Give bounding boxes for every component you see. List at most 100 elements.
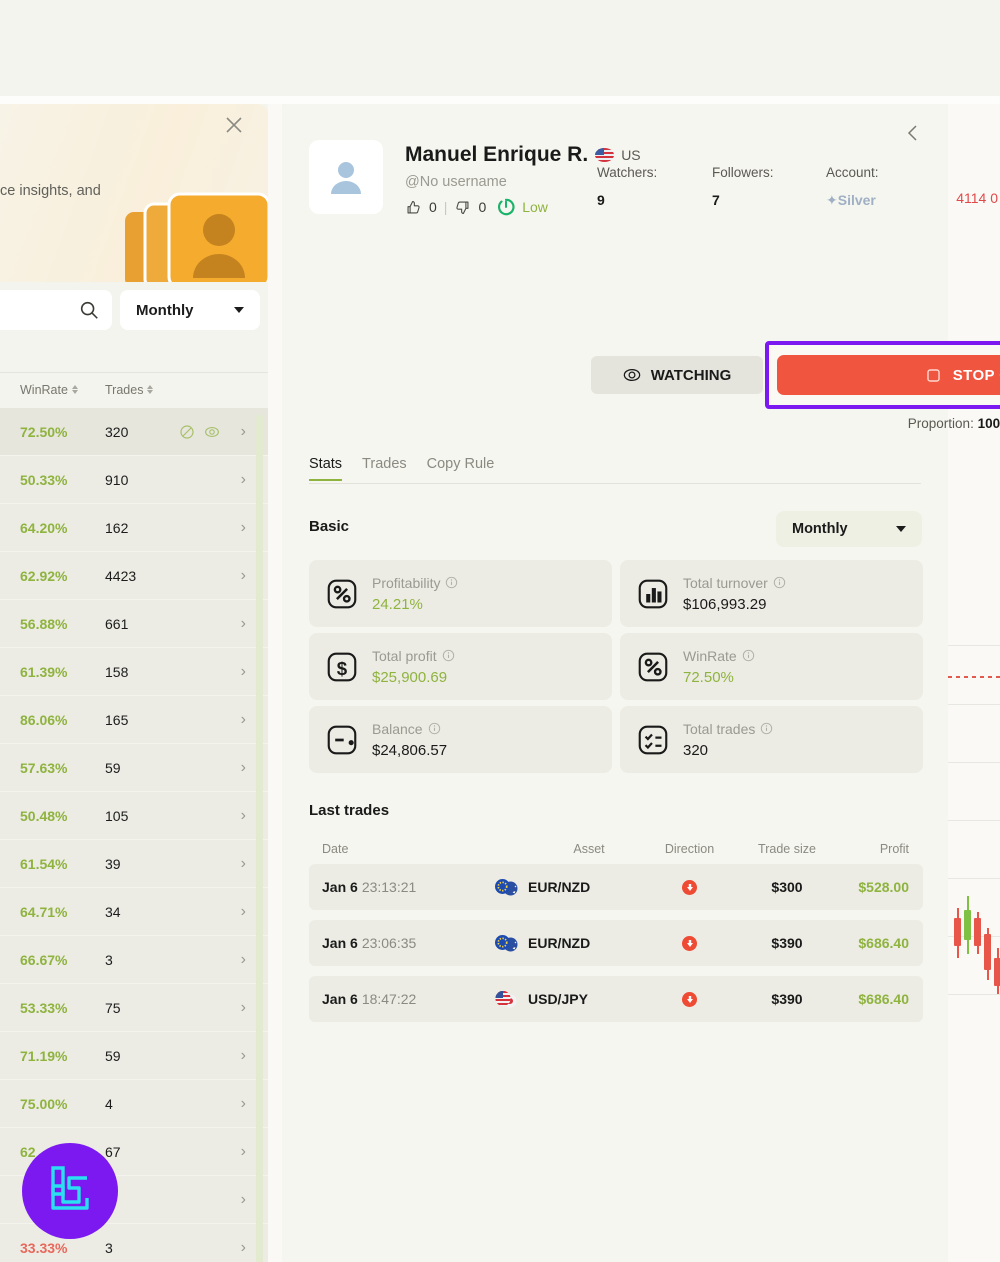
background-chart: 4114 0	[948, 0, 1000, 1262]
chevron-right-icon[interactable]: ›	[241, 1047, 246, 1065]
chevron-right-icon[interactable]: ›	[241, 759, 246, 777]
list-item[interactable]: 33.33% 3 ›	[0, 1224, 268, 1262]
chevron-right-icon[interactable]: ›	[241, 423, 246, 441]
info-icon[interactable]	[773, 576, 786, 589]
chevron-right-icon[interactable]: ›	[241, 903, 246, 921]
chevron-right-icon[interactable]: ›	[241, 519, 246, 537]
wallet-box-icon	[327, 725, 357, 754]
stat-followers-value: 7	[712, 192, 720, 208]
list-item-winrate: 61.39%	[20, 663, 68, 680]
traders-list-panel: ce insights, and Monthly WinRate Trades …	[0, 104, 268, 1262]
percent-box-icon	[327, 579, 357, 608]
column-header-winrate[interactable]: WinRate	[20, 383, 78, 397]
top-background-band	[0, 0, 1000, 96]
sidebar-period-label: Monthly	[136, 301, 194, 319]
list-item-winrate: 66.67%	[20, 951, 68, 968]
status-badge: ✦Silver	[826, 192, 876, 208]
list-item[interactable]: 75.00% 4 ›	[0, 1080, 268, 1127]
back-button[interactable]	[900, 120, 926, 146]
usd-jpy-flag-icon	[495, 990, 517, 1008]
copy-param-proportion: Proportion: 100%	[907, 416, 1000, 431]
thumbs-down-icon[interactable]	[454, 199, 471, 216]
stat-card-label: Total trades	[683, 721, 773, 737]
tab-copy-rule[interactable]: Copy Rule	[427, 456, 495, 479]
list-item[interactable]: 50.48% 105 ›	[0, 792, 268, 839]
thumbs-up-icon[interactable]	[405, 199, 422, 216]
list-item-winrate: 71.19%	[20, 1047, 68, 1064]
sidebar-period-select[interactable]: Monthly	[120, 290, 260, 330]
info-icon[interactable]	[760, 722, 773, 735]
list-item[interactable]: 71.19% 59 ›	[0, 1032, 268, 1079]
chevron-right-icon[interactable]: ›	[241, 1239, 246, 1257]
info-icon[interactable]	[742, 649, 755, 662]
table-row[interactable]: Jan 6 23:13:21 EUR/NZD $300 $528.00	[309, 864, 923, 910]
column-header-trades[interactable]: Trades	[105, 383, 154, 397]
list-item[interactable]: 64.71% 34 ›	[0, 888, 268, 935]
tab-stats[interactable]: Stats	[309, 456, 343, 481]
chevron-right-icon[interactable]: ›	[241, 615, 246, 633]
list-item[interactable]: 50.33% 910 ›	[0, 456, 268, 503]
chevron-right-icon[interactable]: ›	[241, 999, 246, 1017]
list-item[interactable]: 86.06% 165 ›	[0, 696, 268, 743]
stats-cards: Profitability 24.21% Total turnover $106…	[309, 560, 923, 773]
sort-arrows-icon[interactable]	[71, 385, 78, 394]
list-item-winrate: 62.92%	[20, 567, 68, 584]
list-item[interactable]: 56.88% 661 ›	[0, 600, 268, 647]
list-item-winrate: 86.06%	[20, 711, 68, 728]
list-scrollbar[interactable]	[256, 414, 263, 1262]
list-item[interactable]: 66.67% 3 ›	[0, 936, 268, 983]
checklist-box-icon	[638, 725, 668, 754]
column-header-size: Trade size	[758, 842, 816, 856]
info-icon[interactable]	[428, 722, 441, 735]
chevron-right-icon[interactable]: ›	[241, 951, 246, 969]
chevron-right-icon[interactable]: ›	[241, 855, 246, 873]
list-item-trades: 34	[105, 903, 121, 920]
list-item-trades: 4	[105, 1095, 113, 1112]
table-row[interactable]: Jan 6 23:06:35 EUR/NZD $390 $686.40	[309, 920, 923, 966]
info-icon[interactable]	[445, 576, 458, 589]
panel-divider	[268, 104, 282, 1262]
chevron-right-icon[interactable]: ›	[241, 471, 246, 489]
chevron-right-icon[interactable]: ›	[241, 663, 246, 681]
list-item[interactable]: 61.54% 39 ›	[0, 840, 268, 887]
chevron-right-icon[interactable]: ›	[241, 1191, 246, 1209]
sort-arrows-icon[interactable]	[147, 385, 154, 394]
list-item[interactable]: 62.92% 4423 ›	[0, 552, 268, 599]
candle	[984, 928, 991, 980]
list-item[interactable]: 64.20% 162 ›	[0, 504, 268, 551]
traders-list-header: WinRate Trades	[0, 372, 268, 406]
stat-followers-label: Followers:	[712, 165, 774, 180]
chevron-right-icon[interactable]: ›	[241, 567, 246, 585]
search-input[interactable]	[0, 302, 78, 318]
chevron-right-icon[interactable]: ›	[241, 807, 246, 825]
stat-card-value: $25,900.69	[372, 668, 448, 686]
promo-close-button[interactable]	[222, 113, 246, 137]
chevron-left-icon	[907, 125, 917, 141]
trade-date: Jan 6 23:13:21	[322, 879, 417, 895]
stat-card: WinRate 72.50%	[620, 633, 923, 700]
column-header-date: Date	[322, 842, 349, 856]
arrow-down-icon	[682, 935, 697, 951]
svg-text:$: $	[337, 657, 348, 678]
search-box[interactable]	[0, 290, 112, 330]
table-row[interactable]: Jan 6 18:47:22 USD/JPY $390 $686.40	[309, 976, 923, 1022]
stats-period-select[interactable]: Monthly	[776, 511, 922, 547]
list-item[interactable]: 61.39% 158 ›	[0, 648, 268, 695]
stop-copying-button[interactable]: STOP COPYING	[777, 355, 1000, 395]
list-item[interactable]: 72.50% 320 ›	[0, 408, 268, 455]
chevron-right-icon[interactable]: ›	[241, 1095, 246, 1113]
chevron-right-icon[interactable]: ›	[241, 711, 246, 729]
watching-button[interactable]: WATCHING	[591, 356, 763, 394]
stat-card: Total turnover $106,993.29	[620, 560, 923, 627]
no-copy-icon[interactable]	[179, 424, 195, 440]
info-icon[interactable]	[442, 649, 455, 662]
chevron-right-icon[interactable]: ›	[241, 1143, 246, 1161]
tab-trades[interactable]: Trades	[362, 456, 407, 479]
list-item-winrate: 50.48%	[20, 807, 68, 824]
trade-asset: EUR/NZD	[494, 934, 642, 953]
eye-icon[interactable]	[204, 424, 220, 440]
trade-size: $390	[771, 991, 803, 1007]
list-item[interactable]: 57.63% 59 ›	[0, 744, 268, 791]
eur-nzd-flag-icon	[495, 934, 518, 951]
list-item[interactable]: 53.33% 75 ›	[0, 984, 268, 1031]
